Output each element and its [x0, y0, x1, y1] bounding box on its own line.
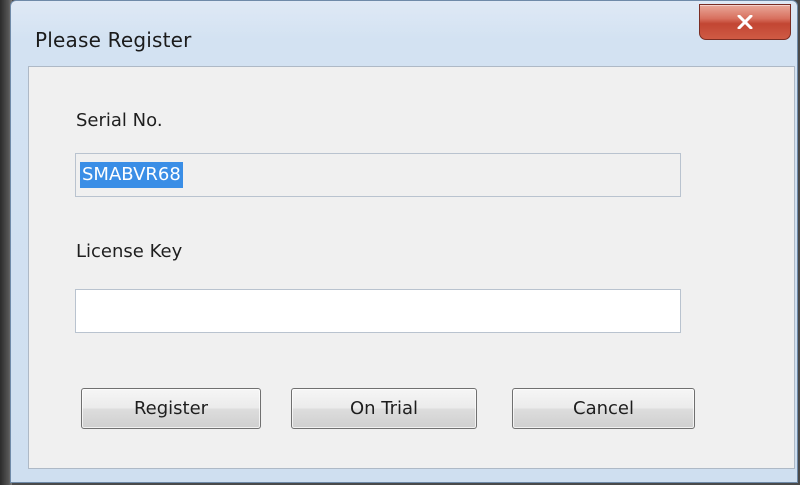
dialog-title: Please Register — [35, 28, 192, 52]
cancel-button[interactable]: Cancel — [512, 388, 695, 429]
dialog-body: Serial No. SMABVR68 License Key Register… — [28, 66, 795, 469]
license-key-input[interactable] — [75, 289, 681, 333]
register-button[interactable]: Register — [81, 388, 261, 429]
title-bar[interactable]: Please Register — [11, 1, 797, 65]
close-button[interactable] — [699, 4, 791, 40]
register-dialog: Please Register Serial No. SMABVR68 Lice… — [10, 0, 798, 483]
close-icon — [737, 15, 753, 29]
serial-value-selected[interactable]: SMABVR68 — [80, 162, 183, 188]
license-key-label: License Key — [76, 241, 183, 262]
serial-label: Serial No. — [76, 110, 163, 131]
on-trial-button[interactable]: On Trial — [291, 388, 477, 429]
